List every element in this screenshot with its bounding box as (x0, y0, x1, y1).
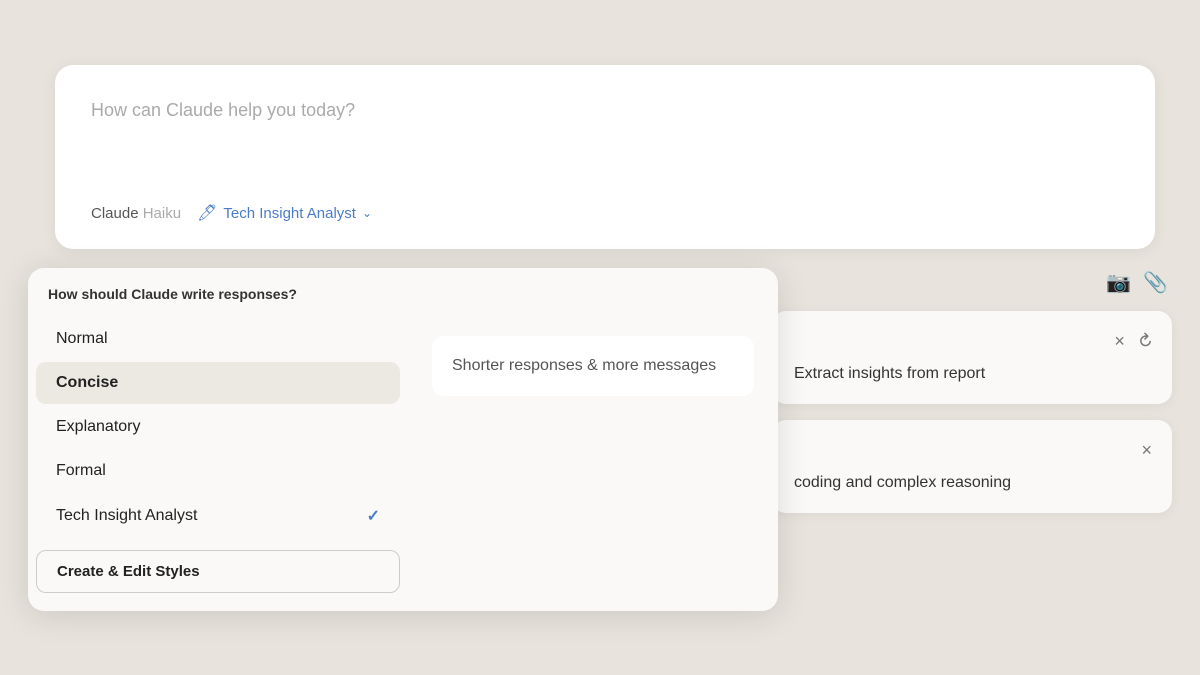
style-label: Tech Insight Analyst (223, 205, 356, 222)
card2-text: coding and complex reasoning (794, 471, 1154, 495)
style-selector-button[interactable]: 🖊 Tech Insight Analyst ⌄ (191, 201, 378, 225)
style-item-label-concise: Concise (56, 374, 118, 392)
style-item-label-formal: Formal (56, 462, 106, 480)
main-input-placeholder[interactable]: How can Claude help you today? (91, 97, 1119, 177)
camera-button[interactable]: 📷 (1106, 270, 1131, 295)
card1-text: Extract insights from report (794, 362, 1154, 386)
style-description-text: Shorter responses & more messages (432, 336, 754, 396)
style-item-explanatory[interactable]: Explanatory (36, 406, 400, 448)
style-item-label-normal: Normal (56, 330, 108, 348)
dropdown-body: Normal Concise Explanatory Formal Tech I… (28, 316, 778, 593)
card2-header: × (794, 438, 1154, 463)
dropdown-header: How should Claude write responses? (28, 286, 778, 316)
chevron-down-icon: ⌄ (362, 206, 372, 220)
style-item-label-explanatory: Explanatory (56, 418, 141, 436)
refresh-icon: ↻ (1132, 329, 1158, 355)
style-list: Normal Concise Explanatory Formal Tech I… (28, 316, 408, 593)
coding-card: × coding and complex reasoning (772, 420, 1172, 513)
create-edit-styles-button[interactable]: Create & Edit Styles (36, 550, 400, 593)
close-icon-2: × (1141, 440, 1152, 460)
model-label: Claude Haiku (91, 205, 181, 222)
style-item-concise[interactable]: Concise (36, 362, 400, 404)
paperclip-button[interactable]: 📎 (1143, 270, 1168, 295)
style-item-tech-analyst[interactable]: Tech Insight Analyst ✓ (36, 494, 400, 538)
right-section: 📷 📎 × ↻ Extract insights from report × c… (772, 270, 1172, 513)
style-description-panel: Shorter responses & more messages (408, 316, 778, 593)
card1-header: × ↻ (794, 329, 1154, 354)
close-icon: × (1114, 331, 1125, 351)
card1-close-button[interactable]: × (1112, 329, 1127, 354)
model-name: Haiku (143, 205, 181, 222)
camera-icon: 📷 (1106, 272, 1131, 294)
top-icons-bar: 📷 📎 (772, 270, 1172, 295)
style-item-normal[interactable]: Normal (36, 318, 400, 360)
paperclip-icon: 📎 (1143, 272, 1168, 294)
style-item-label-tech: Tech Insight Analyst (56, 507, 197, 525)
card2-close-button[interactable]: × (1139, 438, 1154, 463)
card-footer: Claude Haiku 🖊 Tech Insight Analyst ⌄ (91, 201, 1119, 225)
main-input-card: How can Claude help you today? Claude Ha… (55, 65, 1155, 249)
style-dropdown: How should Claude write responses? Norma… (28, 268, 778, 611)
check-icon: ✓ (367, 506, 380, 526)
style-item-formal[interactable]: Formal (36, 450, 400, 492)
extract-insights-card: × ↻ Extract insights from report (772, 311, 1172, 404)
style-pen-icon: 🖊 (197, 203, 217, 223)
card1-refresh-button[interactable]: ↻ (1135, 329, 1154, 354)
model-prefix: Claude (91, 205, 139, 222)
